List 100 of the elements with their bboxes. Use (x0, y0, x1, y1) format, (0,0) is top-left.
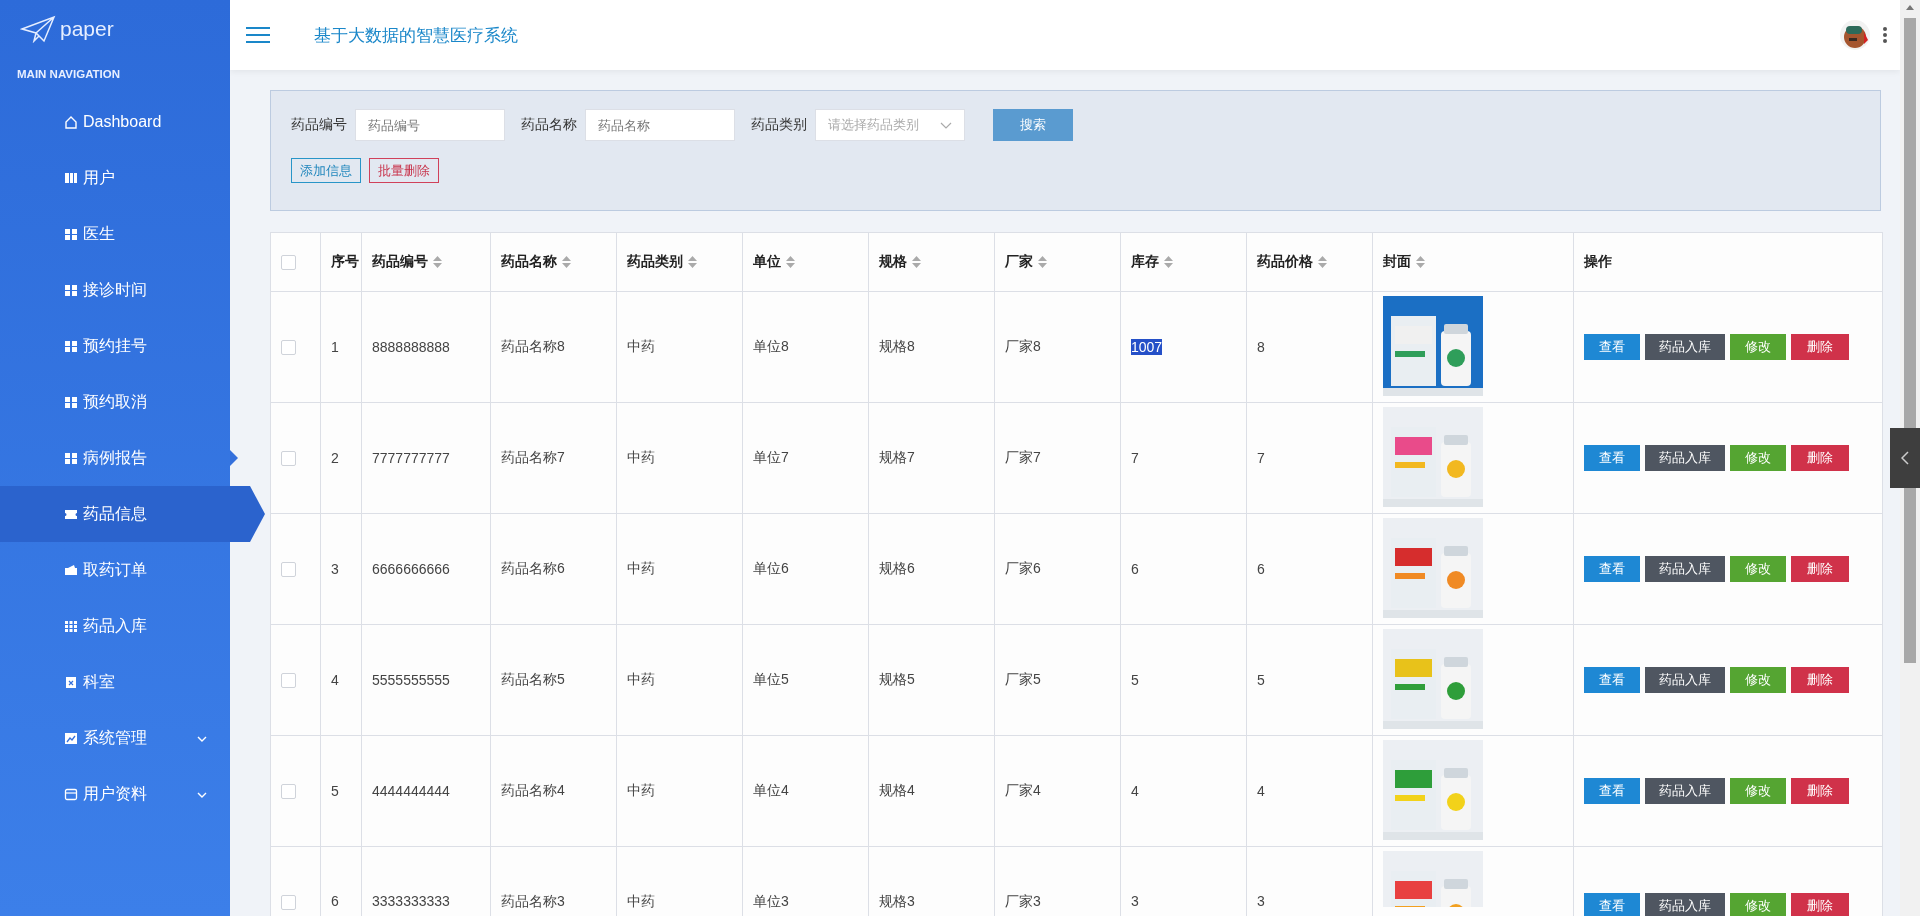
stock-in-button[interactable]: 药品入库 (1645, 893, 1725, 916)
field-label: 药品名称 (521, 116, 577, 134)
table-cell: 规格6 (879, 560, 915, 576)
table-cell: 4 (1257, 783, 1265, 799)
column-header: 药品编号 (372, 253, 428, 269)
table-cell: 厂家7 (1005, 449, 1041, 465)
delete-button[interactable]: 删除 (1791, 445, 1849, 471)
table-cell: 4 (331, 672, 339, 688)
select-field[interactable]: 请选择药品类别 (815, 109, 965, 141)
table-cell: 5 (331, 783, 339, 799)
table-cell: 规格3 (879, 893, 915, 909)
table-cell: 厂家4 (1005, 782, 1041, 798)
checkbox[interactable] (281, 451, 296, 467)
delete-button[interactable]: 删除 (1791, 893, 1849, 916)
add-button[interactable]: 添加信息 (291, 158, 361, 183)
table-cell: 药品名称5 (501, 671, 565, 687)
table-cell: 厂家8 (1005, 338, 1041, 354)
view-button[interactable]: 查看 (1584, 556, 1640, 582)
table-cell: 单位6 (753, 560, 789, 576)
table-cell: 药品名称3 (501, 893, 565, 909)
column-header: 库存 (1131, 253, 1159, 269)
edit-button[interactable]: 修改 (1730, 893, 1786, 916)
table-cell: 单位5 (753, 671, 789, 687)
side-panel-toggle[interactable] (1890, 428, 1920, 488)
scrollbar-thumb[interactable] (1904, 18, 1916, 663)
brand-name: paper (60, 17, 114, 41)
table-cell: 5 (1131, 672, 1139, 688)
table-cell: 中药 (627, 338, 655, 354)
checkbox[interactable] (281, 255, 296, 271)
sidebar-item[interactable]: 用户资料 (0, 766, 230, 822)
edit-button[interactable]: 修改 (1730, 667, 1786, 693)
input-field[interactable]: 药品名称 (585, 109, 735, 141)
stock-in-button[interactable]: 药品入库 (1645, 334, 1725, 360)
ticket-icon (64, 507, 78, 521)
sidebar-item[interactable]: 医生 (0, 206, 230, 262)
edit-button[interactable]: 修改 (1730, 778, 1786, 804)
table-cell: 4444444444 (372, 783, 450, 799)
book-icon (64, 171, 78, 185)
column-header: 序号 (331, 253, 359, 269)
edit-button[interactable]: 修改 (1730, 556, 1786, 582)
grid-icon (64, 339, 78, 353)
field-label: 药品类别 (751, 116, 807, 134)
more-icon[interactable] (1882, 26, 1888, 44)
column-header: 药品类别 (627, 253, 683, 269)
table-cell: 3 (331, 561, 339, 577)
sidebar-item[interactable]: 药品入库 (0, 598, 230, 654)
checkbox[interactable] (281, 562, 296, 578)
table-cell: 单位8 (753, 338, 789, 354)
checkbox[interactable] (281, 784, 296, 800)
table-cell: 7 (1131, 450, 1139, 466)
edit-button[interactable]: 修改 (1730, 334, 1786, 360)
stock-in-button[interactable]: 药品入库 (1645, 445, 1725, 471)
view-button[interactable]: 查看 (1584, 667, 1640, 693)
grid-icon (64, 619, 78, 633)
nav-heading: MAIN NAVIGATION (16, 67, 122, 82)
sidebar-item[interactable]: 取药订单 (0, 542, 230, 598)
checkbox[interactable] (281, 894, 296, 910)
table-cell: 6 (1131, 561, 1139, 577)
checkbox[interactable] (281, 340, 296, 356)
table-cell: 药品名称4 (501, 782, 565, 798)
edit-button[interactable]: 修改 (1730, 445, 1786, 471)
sidebar-item[interactable]: 系统管理 (0, 710, 230, 766)
selection-pointer (230, 486, 265, 542)
chevron-icon (1901, 451, 1909, 465)
table-cell: 规格4 (879, 782, 915, 798)
wallet-icon (64, 563, 78, 577)
sidebar-item[interactable]: 病例报告 (0, 430, 230, 486)
sidebar-item[interactable]: 预约取消 (0, 374, 230, 430)
stock-in-button[interactable]: 药品入库 (1645, 556, 1725, 582)
table-cell: 厂家5 (1005, 671, 1041, 687)
table-cell: 单位3 (753, 893, 789, 909)
sidebar-item[interactable]: 接诊时间 (0, 262, 230, 318)
delete-button[interactable]: 删除 (1791, 334, 1849, 360)
table-cell: 药品名称8 (501, 338, 565, 354)
column-header: 规格 (879, 253, 907, 269)
sidebar-item[interactable]: 预约挂号 (0, 318, 230, 374)
stock-in-button[interactable]: 药品入库 (1645, 778, 1725, 804)
card-icon (64, 787, 78, 801)
view-button[interactable]: 查看 (1584, 334, 1640, 360)
table-cell: 规格8 (879, 338, 915, 354)
checkbox[interactable] (281, 673, 296, 689)
sidebar-item[interactable]: 科室 (0, 654, 230, 710)
sidebar-item[interactable]: Dashboard (0, 94, 230, 150)
view-button[interactable]: 查看 (1584, 778, 1640, 804)
column-header: 药品名称 (501, 253, 557, 269)
delete-button[interactable]: 删除 (1791, 667, 1849, 693)
batch-delete-button[interactable]: 批量删除 (369, 158, 439, 183)
view-button[interactable]: 查看 (1584, 445, 1640, 471)
delete-button[interactable]: 删除 (1791, 778, 1849, 804)
search-button[interactable]: 搜索 (993, 109, 1073, 141)
table-cell: 4 (1131, 783, 1139, 799)
input-field[interactable]: 药品编号 (355, 109, 505, 141)
view-button[interactable]: 查看 (1584, 893, 1640, 916)
clipboard-icon (64, 675, 78, 689)
table-cell: 厂家6 (1005, 560, 1041, 576)
sidebar-item[interactable]: 用户 (0, 150, 230, 206)
menu-icon[interactable] (245, 25, 271, 45)
stock-in-button[interactable]: 药品入库 (1645, 667, 1725, 693)
delete-button[interactable]: 删除 (1791, 556, 1849, 582)
table-cell: 3 (1131, 893, 1139, 909)
